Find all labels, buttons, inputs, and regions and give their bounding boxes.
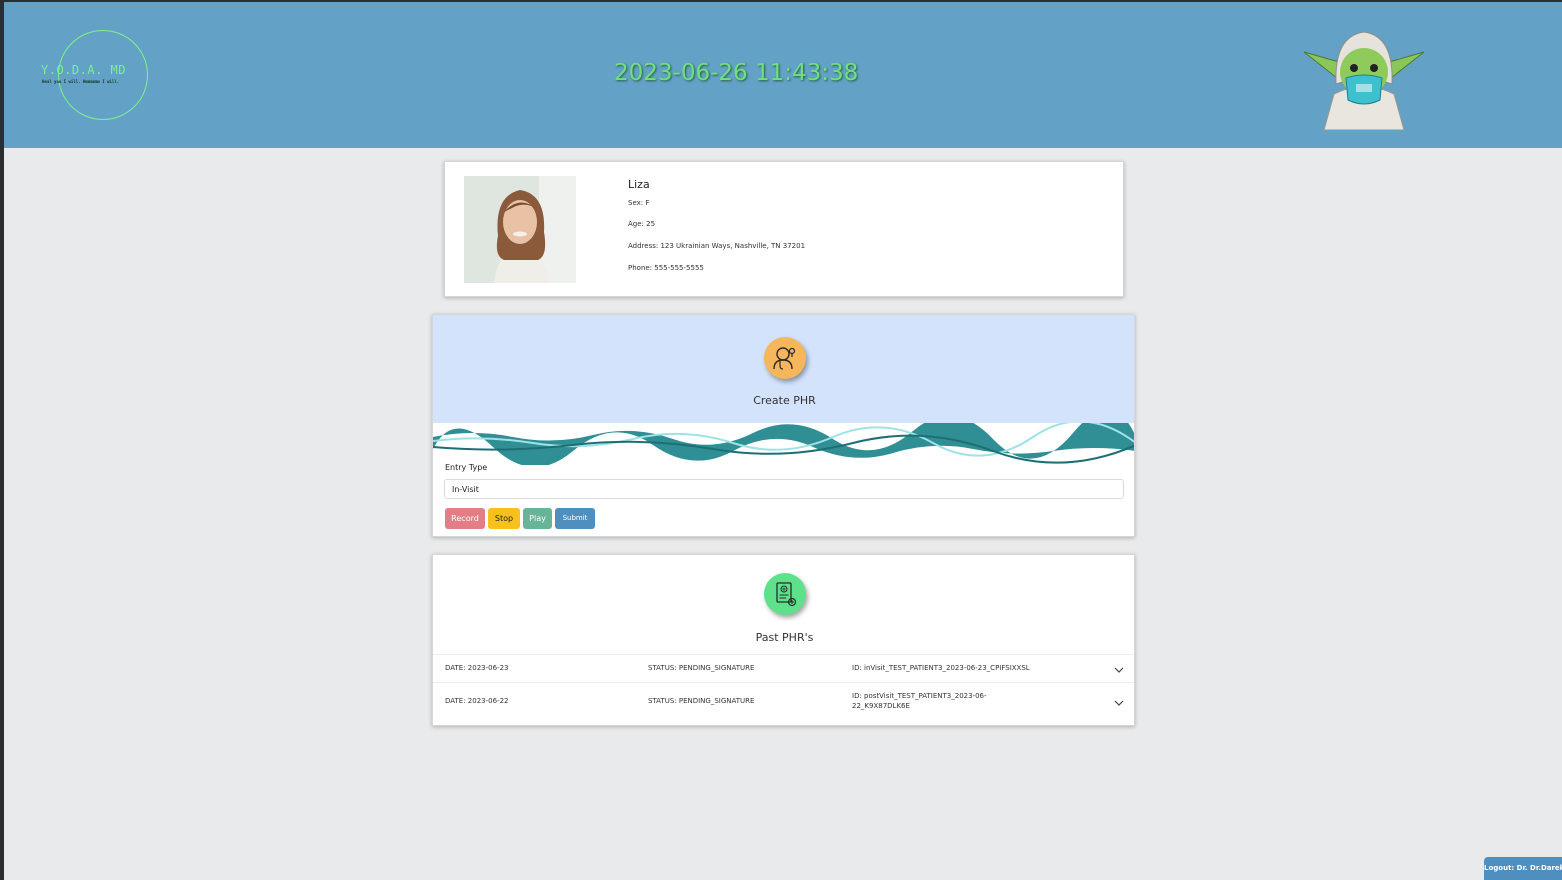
patient-name: Liza: [628, 178, 650, 191]
submit-button[interactable]: Submit: [555, 508, 595, 529]
logo-tagline: Heal you I will. Hmmmmmm I will.: [42, 79, 120, 84]
record-button[interactable]: Record: [445, 508, 485, 529]
patient-sex: Sex: F: [628, 199, 650, 207]
phr-date: DATE: 2023-06-23: [445, 664, 509, 672]
app-header: Y.O.D.A. MD Heal you I will. Hmmmmmm I w…: [4, 2, 1562, 148]
wave-divider: [433, 423, 1134, 465]
phr-status: STATUS: PENDING_SIGNATURE: [648, 697, 755, 705]
logo-title: Y.O.D.A. MD: [41, 63, 126, 77]
entry-type-select[interactable]: In-Visit: [444, 479, 1124, 499]
past-phrs-title: Past PHR's: [755, 631, 814, 644]
patient-photo: [464, 176, 576, 283]
doctor-icon[interactable]: [764, 337, 806, 379]
phr-date: DATE: 2023-06-22: [445, 697, 509, 705]
patient-card: Liza Sex: F Age: 25 Address: 123 Ukraini…: [444, 161, 1124, 297]
phr-id: ID: postVisit_TEST_PATIENT3_2023-06-: [852, 692, 987, 700]
stop-button[interactable]: Stop: [488, 508, 520, 529]
yoda-mascot-icon: [1303, 31, 1425, 130]
patient-address: Address: 123 Ukrainian Ways, Nashville, …: [628, 242, 806, 250]
create-phr-card: Create PHR Entry Type In-Visit Record St…: [432, 314, 1135, 537]
phr-id-continued: 22_K9X87DLK6E: [852, 702, 910, 710]
clock: 2023-06-26 11:43:38: [614, 60, 859, 86]
phr-id: ID: inVisit_TEST_PATIENT3_2023-06-23_CPI…: [852, 664, 1030, 672]
phr-status: STATUS: PENDING_SIGNATURE: [648, 664, 755, 672]
phr-row[interactable]: DATE: 2023-06-23 STATUS: PENDING_SIGNATU…: [433, 654, 1134, 682]
medical-document-icon[interactable]: [764, 573, 806, 615]
chevron-down-icon[interactable]: [1113, 697, 1125, 709]
create-phr-title: Create PHR: [753, 394, 816, 407]
patient-phone: Phone: 555-555-5555: [628, 264, 704, 272]
chevron-down-icon[interactable]: [1113, 664, 1125, 676]
logout-button[interactable]: Logout: Dr. Dr.Darek: [1484, 857, 1562, 880]
phr-row[interactable]: DATE: 2023-06-22 STATUS: PENDING_SIGNATU…: [433, 682, 1134, 726]
patient-portrait-icon: [464, 176, 576, 283]
entry-type-label: Entry Type: [445, 463, 488, 472]
patient-age: Age: 25: [628, 220, 656, 228]
play-button[interactable]: Play: [523, 508, 552, 529]
past-phrs-card: Past PHR's DATE: 2023-06-23 STATUS: PEND…: [432, 554, 1135, 726]
